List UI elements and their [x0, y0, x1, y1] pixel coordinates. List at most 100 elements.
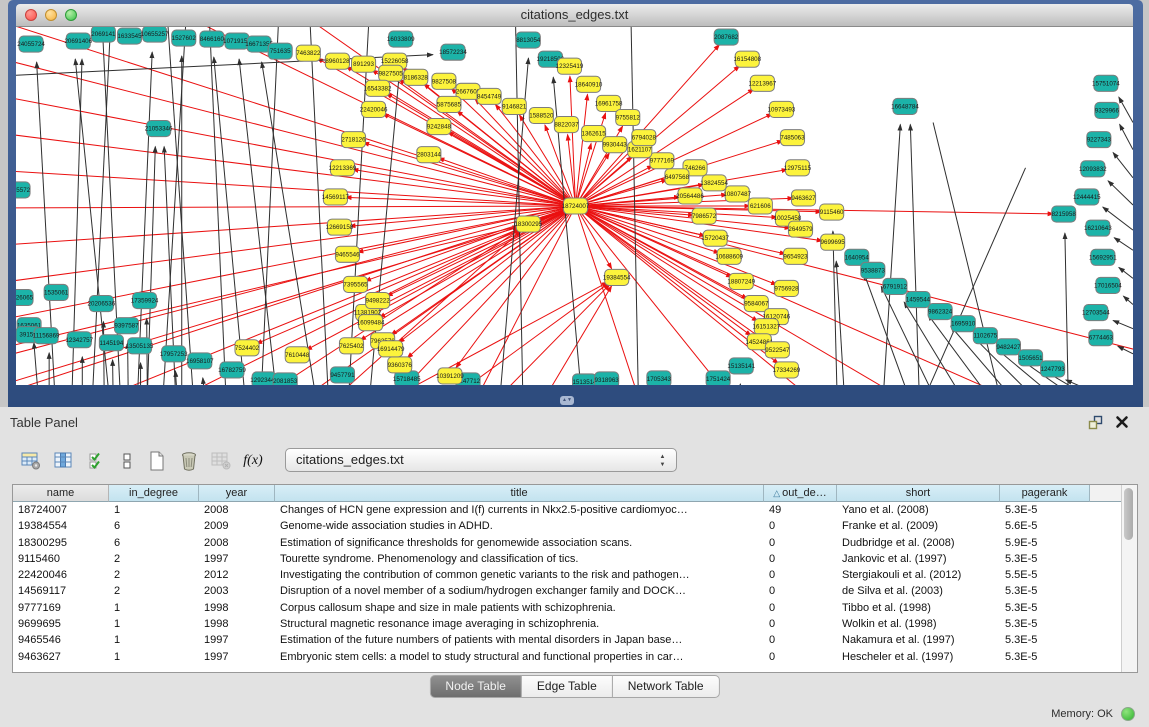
column-header-year[interactable]: year	[199, 485, 275, 502]
table-row[interactable]: 977716911998Corpus callosum shape and si…	[13, 600, 1122, 616]
graph-node[interactable]: 12669158	[326, 219, 354, 235]
graph-edge[interactable]	[910, 125, 920, 385]
table-cell[interactable]: Changes of HCN gene expression and I(f) …	[275, 502, 764, 518]
table-cell[interactable]: Yano et al. (2008)	[837, 502, 1000, 518]
table-cell[interactable]: 5.3E-5	[1000, 616, 1090, 632]
graph-node[interactable]: 891293	[352, 56, 376, 72]
graph-node[interactable]: 16961758	[595, 95, 623, 111]
table-cell[interactable]: 2009	[199, 518, 275, 534]
graph-node[interactable]: 9457791	[330, 367, 355, 383]
graph-node[interactable]: 1145194	[99, 335, 123, 351]
table-row[interactable]: 1456911722003Disruption of a novel membe…	[13, 583, 1122, 599]
graph-node[interactable]: 8960128	[325, 53, 350, 69]
graph-node[interactable]: 1459544	[906, 291, 931, 307]
table-row[interactable]: 2242004622012Investigating the contribut…	[13, 567, 1122, 583]
tab-edge-table[interactable]: Edge Table	[522, 675, 613, 698]
graph-node[interactable]: 1535061	[44, 284, 69, 300]
graph-edge[interactable]	[1114, 238, 1133, 251]
graph-node[interactable]: 6794028	[632, 130, 657, 146]
graph-node[interactable]: 9538873	[861, 262, 886, 278]
graph-node[interactable]: 18300295	[514, 216, 542, 232]
graph-node[interactable]: 18572234	[439, 44, 467, 60]
graph-node[interactable]: 9360376	[388, 357, 413, 373]
graph-node[interactable]: 17334269	[773, 362, 801, 378]
graph-node[interactable]: 17016504	[1094, 277, 1122, 293]
table-cell[interactable]: 5.6E-5	[1000, 518, 1090, 534]
table-cell[interactable]: 1998	[199, 616, 275, 632]
graph-node[interactable]: 5875685	[437, 96, 462, 112]
table-cell[interactable]: 22420046	[13, 567, 109, 583]
table-cell[interactable]: 5.9E-5	[1000, 535, 1090, 551]
table-cell[interactable]: Dudbridge et al. (2008)	[837, 535, 1000, 551]
graph-edge[interactable]	[203, 378, 207, 385]
table-cell[interactable]: 5.3E-5	[1000, 600, 1090, 616]
graph-node[interactable]: 16154808	[733, 51, 761, 67]
table-cell[interactable]: Estimation of significance thresholds fo…	[275, 535, 764, 551]
graph-node[interactable]: 16648784	[891, 98, 919, 114]
graph-node[interactable]: 16914479	[377, 341, 405, 357]
unselect-all-icon[interactable]	[114, 447, 140, 475]
graph-node[interactable]: 9584067	[744, 296, 769, 312]
function-builder-icon[interactable]: f(x)	[240, 447, 266, 475]
table-cell[interactable]: Jankovic et al. (1997)	[837, 551, 1000, 567]
graph-node[interactable]: 2803144	[417, 147, 442, 163]
table-row[interactable]: 911546021997Tourette syndrome. Phenomeno…	[13, 551, 1122, 567]
table-cell[interactable]: 9777169	[13, 600, 109, 616]
window-titlebar[interactable]: citations_edges.txt	[16, 4, 1133, 27]
table-row[interactable]: 969969511998Structural magnetic resonanc…	[13, 616, 1122, 632]
graph-edge[interactable]	[167, 27, 195, 385]
table-cell[interactable]: 49	[764, 502, 837, 518]
graph-node[interactable]: 24055724	[17, 36, 45, 52]
graph-node[interactable]: 1505651	[1018, 350, 1043, 366]
graph-node[interactable]: 1513514	[572, 374, 597, 385]
graph-node[interactable]: 8466160	[200, 31, 225, 47]
graph-node[interactable]: 2718126	[341, 132, 366, 148]
graph-node[interactable]: 10688609	[715, 248, 743, 264]
graph-node[interactable]: 1633545	[117, 28, 142, 44]
graph-edge[interactable]	[162, 27, 187, 385]
graph-node[interactable]: 12703544	[1082, 305, 1110, 321]
table-cell[interactable]: 18300295	[13, 535, 109, 551]
table-cell[interactable]: 18724007	[13, 502, 109, 518]
table-cell[interactable]: 6	[109, 535, 199, 551]
graph-edge[interactable]	[1066, 380, 1133, 385]
graph-node[interactable]: 17957253	[160, 346, 188, 362]
graph-node[interactable]: 14569117	[322, 189, 350, 205]
graph-node[interactable]: 7395565	[343, 276, 368, 292]
table-cell[interactable]: 5.3E-5	[1000, 583, 1090, 599]
table-cell[interactable]: 5.3E-5	[1000, 632, 1090, 648]
graph-node[interactable]: 15692951	[1089, 249, 1117, 265]
table-cell[interactable]: 5.3E-5	[1000, 502, 1090, 518]
graph-node[interactable]: 12213369	[329, 160, 357, 176]
graph-edge[interactable]	[1065, 233, 1069, 385]
table-cell[interactable]: 2008	[199, 502, 275, 518]
table-cell[interactable]: Genome-wide association studies in ADHD.	[275, 518, 764, 534]
table-cell[interactable]: 5.3E-5	[1000, 551, 1090, 567]
graph-node[interactable]: 1588520	[529, 107, 554, 123]
graph-edge[interactable]	[16, 206, 576, 208]
table-cell[interactable]: Estimation of the future numbers of pati…	[275, 632, 764, 648]
table-cell[interactable]: 9463627	[13, 649, 109, 665]
graph-edge[interactable]	[1123, 296, 1133, 304]
graph-edge[interactable]	[737, 384, 740, 385]
graph-node[interactable]: 2081853	[273, 373, 298, 385]
select-all-icon[interactable]	[84, 447, 110, 475]
graph-edge[interactable]	[933, 123, 1005, 385]
column-header-short[interactable]: short	[837, 485, 1000, 502]
graph-node[interactable]: 8215958	[1052, 206, 1077, 222]
table-row[interactable]: 946362711997Embryonic stem cells: a mode…	[13, 649, 1122, 665]
graph-edge[interactable]	[363, 143, 575, 206]
graph-node[interactable]: 9930443	[603, 137, 628, 153]
graph-edge[interactable]	[214, 57, 247, 385]
graph-node[interactable]: 10655257	[141, 27, 169, 42]
graph-node[interactable]: 16033809	[387, 31, 415, 47]
graph-edge[interactable]	[103, 322, 104, 385]
graph-node[interactable]: 20564486	[676, 188, 704, 204]
graph-edge[interactable]	[379, 206, 575, 318]
graph-node[interactable]: 16543382	[364, 80, 392, 96]
table-cell[interactable]: Franke et al. (2009)	[837, 518, 1000, 534]
graph-node[interactable]: 1695910	[951, 316, 976, 332]
table-cell[interactable]: 19384554	[13, 518, 109, 534]
graph-edge[interactable]	[576, 206, 1081, 385]
table-cell[interactable]: 1997	[199, 551, 275, 567]
